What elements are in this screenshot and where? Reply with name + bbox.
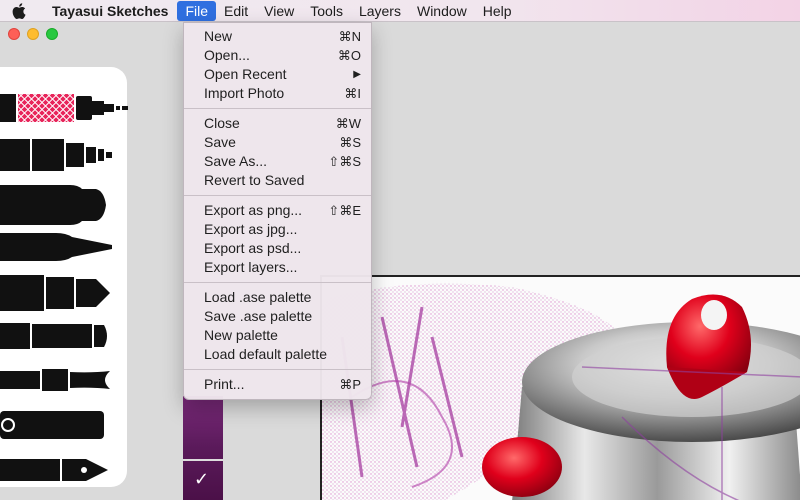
menu-item-label: Save .ase palette xyxy=(204,308,313,324)
menu-item-load-ase[interactable]: Load .ase palette xyxy=(184,288,371,307)
brush-pattern-pen-icon[interactable] xyxy=(0,92,130,124)
menu-item-new[interactable]: New ⌘N xyxy=(184,27,371,46)
menu-window[interactable]: Window xyxy=(409,0,475,22)
shortcut-label: ⌘N xyxy=(338,29,361,44)
menu-item-label: New xyxy=(204,28,233,44)
brush-fountain-pen-icon[interactable] xyxy=(0,453,130,485)
menu-tools[interactable]: Tools xyxy=(302,0,351,22)
checkmark-icon[interactable]: ✓ xyxy=(194,469,209,490)
menu-item-revert[interactable]: Revert to Saved xyxy=(184,171,371,190)
shortcut-label: ⌘W xyxy=(335,116,361,131)
brush-technical-pen-icon[interactable] xyxy=(0,137,130,173)
menu-help[interactable]: Help xyxy=(475,0,520,22)
menu-bar: Tayasui Sketches File Edit View Tools La… xyxy=(0,0,800,22)
menu-item-save-as[interactable]: Save As... ⇧⌘S xyxy=(184,152,371,171)
shortcut-label: ⌘S xyxy=(339,135,361,150)
shortcut-label: ⇧⌘S xyxy=(328,154,361,169)
brush-fill-icon[interactable] xyxy=(0,407,130,443)
menu-item-save[interactable]: Save ⌘S xyxy=(184,133,371,152)
shortcut-label: ⌘P xyxy=(339,377,361,392)
file-menu-dropdown: New ⌘N Open... ⌘O Open Recent ▶ Import Phot… xyxy=(183,22,372,400)
swatch-divider xyxy=(183,459,223,461)
brush-pen-icon[interactable] xyxy=(0,229,130,265)
brush-pencil-icon[interactable] xyxy=(0,321,130,351)
menu-item-close[interactable]: Close ⌘W xyxy=(184,114,371,133)
shortcut-label: ⇧⌘E xyxy=(328,203,361,218)
menu-item-label: Export as png... xyxy=(204,202,303,218)
menu-item-print[interactable]: Print... ⌘P xyxy=(184,375,371,394)
menu-item-open-recent[interactable]: Open Recent ▶ xyxy=(184,65,371,84)
menu-item-label: Load default palette xyxy=(204,346,327,362)
menu-file[interactable]: File xyxy=(177,0,217,21)
shortcut-label: ⌘I xyxy=(344,86,361,101)
menu-item-label: Export as psd... xyxy=(204,240,302,256)
window-controls xyxy=(8,28,58,40)
menu-item-label: Export layers... xyxy=(204,259,298,275)
menu-item-save-ase[interactable]: Save .ase palette xyxy=(184,307,371,326)
zoom-window-button[interactable] xyxy=(46,28,58,40)
menu-layers[interactable]: Layers xyxy=(351,0,409,22)
menu-item-label: Import Photo xyxy=(204,85,285,101)
menu-item-export-png[interactable]: Export as png... ⇧⌘E xyxy=(184,201,371,220)
menu-item-export-psd[interactable]: Export as psd... xyxy=(184,239,371,258)
shortcut-label: ⌘O xyxy=(337,48,361,63)
color-swatch-panel[interactable]: ✓ xyxy=(183,396,223,500)
menu-item-label: Print... xyxy=(204,376,245,392)
apple-menu-icon[interactable] xyxy=(0,2,38,19)
menu-separator xyxy=(184,282,371,283)
menu-item-label: Open Recent xyxy=(204,66,287,82)
app-name-menu[interactable]: Tayasui Sketches xyxy=(38,3,177,19)
menu-item-label: New palette xyxy=(204,327,278,343)
menu-item-label: Export as jpg... xyxy=(204,221,298,237)
brush-marker-icon[interactable] xyxy=(0,183,130,227)
menu-item-import-photo[interactable]: Import Photo ⌘I xyxy=(184,84,371,103)
menu-item-export-jpg[interactable]: Export as jpg... xyxy=(184,220,371,239)
brush-panel xyxy=(0,67,130,487)
menu-item-label: Open... xyxy=(204,47,250,63)
brush-chisel-marker-icon[interactable] xyxy=(0,273,130,313)
menu-separator xyxy=(184,195,371,196)
menu-separator xyxy=(184,369,371,370)
menu-edit[interactable]: Edit xyxy=(216,0,256,22)
menu-item-label: Revert to Saved xyxy=(204,172,305,188)
menu-item-export-layers[interactable]: Export layers... xyxy=(184,258,371,277)
menu-item-open[interactable]: Open... ⌘O xyxy=(184,46,371,65)
minimize-window-button[interactable] xyxy=(27,28,39,40)
drawing-canvas[interactable] xyxy=(320,275,800,500)
menu-item-label: Load .ase palette xyxy=(204,289,312,305)
menu-item-label: Save xyxy=(204,134,236,150)
artwork-image xyxy=(322,283,800,500)
menu-item-label: Close xyxy=(204,115,240,131)
menu-item-load-default-palette[interactable]: Load default palette xyxy=(184,345,371,364)
close-window-button[interactable] xyxy=(8,28,20,40)
submenu-arrow-icon: ▶ xyxy=(353,69,361,80)
brush-paintbrush-icon[interactable] xyxy=(0,367,130,393)
menu-item-label: Save As... xyxy=(204,153,268,169)
menu-item-new-palette[interactable]: New palette xyxy=(184,326,371,345)
menu-separator xyxy=(184,108,371,109)
menu-view[interactable]: View xyxy=(256,0,302,22)
